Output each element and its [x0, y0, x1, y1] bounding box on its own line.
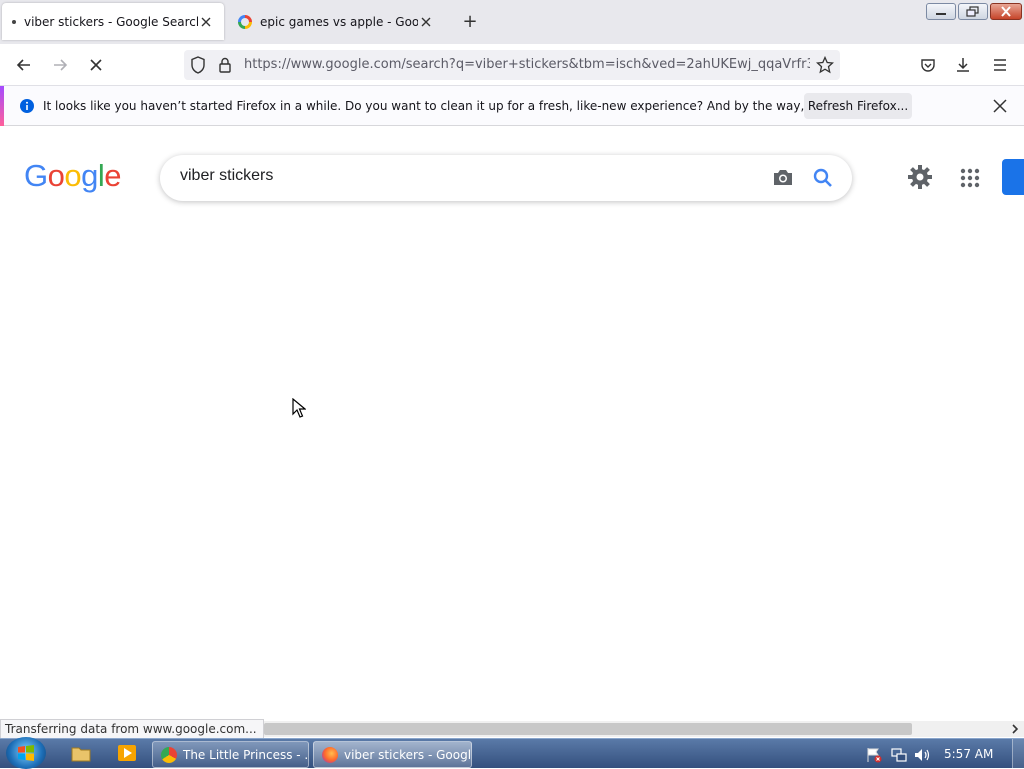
navigation-toolbar: https://www.google.com/search?q=viber+st… — [0, 44, 1024, 86]
logo-letter: o — [47, 158, 65, 193]
hamburger-menu-icon — [994, 59, 1006, 71]
search-input[interactable]: viber stickers — [180, 167, 273, 185]
tab-viber-stickers[interactable]: viber stickers - Google Search — [2, 3, 224, 40]
close-notification-icon[interactable] — [992, 98, 1008, 114]
system-clock[interactable]: 5:57 AM — [944, 747, 993, 761]
forward-button[interactable] — [46, 52, 74, 78]
firefox-refresh-notification: It looks like you haven’t started Firefo… — [0, 86, 1024, 126]
google-favicon-icon — [238, 14, 252, 29]
volume-icon[interactable] — [914, 747, 932, 763]
horizontal-scrollbar[interactable] — [264, 721, 1024, 737]
start-button[interactable] — [6, 737, 46, 769]
notification-message: It looks like you haven’t started Firefo… — [43, 99, 899, 113]
pocket-button[interactable] — [914, 52, 942, 78]
camera-search-icon[interactable] — [772, 167, 794, 187]
stop-loading-button[interactable] — [82, 52, 110, 78]
tab-epic-games[interactable]: epic games vs apple - Google Se — [228, 3, 444, 40]
close-window-button[interactable] — [990, 3, 1022, 20]
network-icon[interactable] — [891, 747, 907, 763]
sign-in-button[interactable] — [1002, 159, 1024, 195]
lock-icon[interactable] — [218, 56, 232, 74]
new-tab-button[interactable]: + — [460, 12, 480, 32]
loading-dot-icon — [12, 19, 16, 24]
media-player-icon[interactable] — [117, 744, 137, 762]
apps-grid-icon[interactable] — [960, 168, 980, 188]
url-text[interactable]: https://www.google.com/search?q=viber+st… — [244, 57, 810, 72]
search-box[interactable]: viber stickers — [160, 155, 852, 201]
app-menu-button[interactable] — [986, 52, 1014, 78]
file-explorer-icon[interactable] — [71, 745, 91, 762]
close-tab-icon[interactable] — [198, 14, 214, 30]
action-center-flag-icon[interactable] — [866, 747, 882, 763]
chrome-icon — [161, 746, 177, 763]
logo-letter: o — [64, 158, 82, 193]
notification-accent-stripe — [0, 86, 4, 126]
minimize-button[interactable] — [926, 3, 956, 20]
firefox-icon — [322, 746, 338, 763]
bookmark-star-icon[interactable] — [816, 56, 834, 74]
settings-gear-icon[interactable] — [907, 164, 933, 190]
taskbar-item-label: viber stickers - Googl... — [344, 747, 472, 762]
google-logo[interactable]: Google — [24, 158, 122, 194]
show-desktop-button[interactable] — [1012, 739, 1024, 769]
info-icon — [20, 99, 34, 113]
tab-strip: viber stickers - Google Search epic game… — [0, 0, 1024, 44]
back-arrow-icon — [16, 59, 30, 71]
mouse-cursor-icon — [292, 398, 306, 418]
stop-icon — [90, 59, 102, 71]
scroll-right-icon[interactable] — [1010, 724, 1020, 734]
tab-title: epic games vs apple - Google Se — [260, 14, 418, 29]
tab-title: viber stickers - Google Search — [24, 14, 198, 29]
windows-logo-icon — [18, 745, 34, 761]
logo-letter: e — [104, 158, 122, 193]
taskbar-item-chrome[interactable]: The Little Princess - ... — [152, 741, 309, 768]
close-tab-icon[interactable] — [418, 14, 434, 30]
restore-button[interactable] — [958, 3, 988, 20]
pocket-icon — [921, 59, 935, 72]
forward-arrow-icon — [54, 59, 68, 71]
scrollbar-thumb[interactable] — [264, 723, 912, 735]
downloads-button[interactable] — [949, 52, 977, 78]
taskbar-item-firefox[interactable]: viber stickers - Googl... — [313, 741, 472, 768]
logo-letter: g — [81, 158, 98, 193]
tracking-protection-shield-icon[interactable] — [190, 56, 206, 74]
windows-taskbar: The Little Princess - ... viber stickers… — [0, 737, 1024, 769]
logo-letter: G — [24, 158, 48, 193]
refresh-firefox-button[interactable]: Refresh Firefox... — [804, 93, 912, 119]
address-bar[interactable]: https://www.google.com/search?q=viber+st… — [184, 50, 840, 80]
status-bar: Transferring data from www.google.com... — [0, 719, 264, 739]
taskbar-item-label: The Little Princess - ... — [183, 747, 309, 762]
search-icon[interactable] — [812, 167, 834, 189]
back-button[interactable] — [10, 52, 38, 78]
download-icon — [957, 58, 969, 72]
